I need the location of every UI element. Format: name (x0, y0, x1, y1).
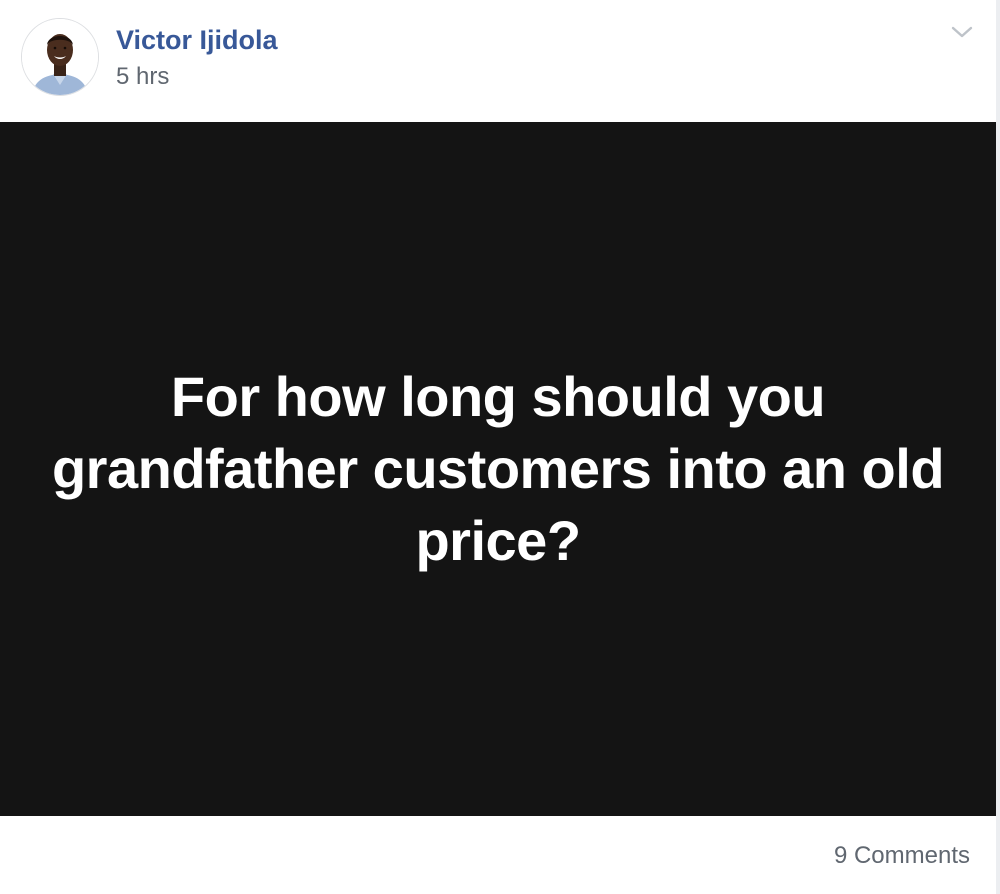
post-footer: 9 Comments (0, 816, 996, 894)
author-avatar[interactable] (21, 18, 99, 96)
post-media-card[interactable]: For how long should you grandfather cust… (0, 122, 996, 816)
user-avatar-photo-icon (22, 19, 98, 95)
post-options-button[interactable] (946, 20, 978, 44)
post-media-text: For how long should you grandfather cust… (51, 365, 945, 572)
comments-count-link[interactable]: 9 Comments (834, 842, 970, 870)
chevron-down-icon (951, 26, 973, 38)
feed-post: Victor Ijidola 5 hrs For how long should… (0, 0, 1000, 894)
post-header: Victor Ijidola 5 hrs (0, 0, 996, 122)
author-name-link[interactable]: Victor Ijidola (116, 24, 278, 56)
post-timestamp[interactable]: 5 hrs (116, 63, 169, 91)
scrollbar-track[interactable] (996, 0, 1000, 894)
